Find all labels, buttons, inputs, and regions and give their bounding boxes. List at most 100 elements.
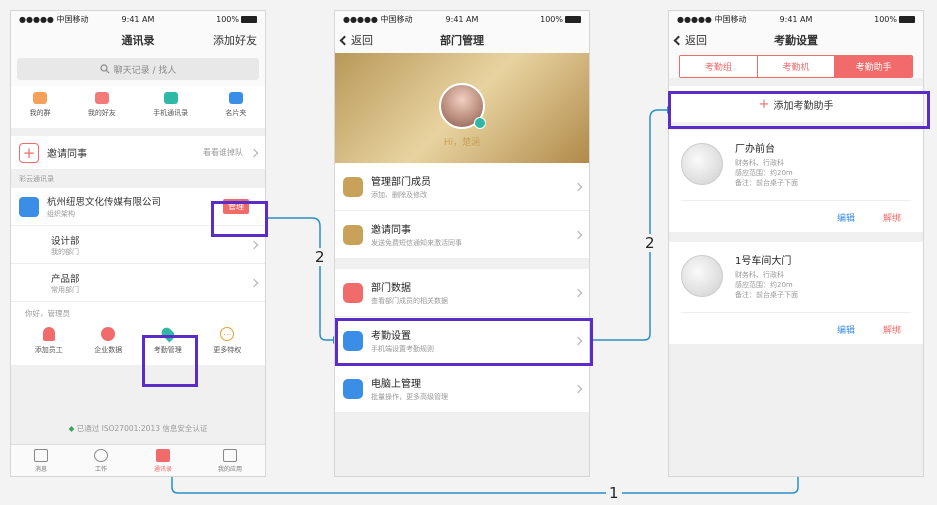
status-bar: ●●●●● 中国移动 9:41 AM 100% <box>335 11 589 27</box>
device-range: 感应范围：约20m <box>735 169 793 177</box>
phone-dept-management: ●●●●● 中国移动 9:41 AM 100% 返回 部门管理 Hi，楚涵 管理… <box>334 10 590 477</box>
person-add-icon <box>42 327 55 341</box>
status-bar: ●●●●● 中国移动 9:41 AM 100% <box>669 11 923 27</box>
edit-button[interactable]: 编辑 <box>837 323 855 336</box>
step-label-1: 1 <box>606 484 622 502</box>
grid-icon <box>222 448 237 462</box>
chevron-left-icon <box>339 35 350 45</box>
tab-work[interactable]: 工作 <box>93 448 108 473</box>
highlight-attendance-settings <box>335 318 593 366</box>
quick-card-holder[interactable]: 名片夹 <box>225 92 246 118</box>
quick-actions: 我的群 我的好友 手机通讯录 名片夹 <box>11 86 265 128</box>
quick-my-groups[interactable]: 我的群 <box>30 92 51 118</box>
admin-greeting: 你好，管理员 <box>25 309 70 318</box>
magic-wand-icon <box>343 224 363 245</box>
back-button[interactable]: 返回 <box>673 32 707 48</box>
device-note: 备注：前台桌子下面 <box>735 179 798 187</box>
chevron-right-icon <box>249 240 259 249</box>
invite-hint: 看看谁掉队 <box>203 148 243 157</box>
device-image <box>681 143 723 185</box>
clock-icon <box>93 448 108 462</box>
menu-invite-colleagues[interactable]: 邀请同事 发送免费短信通知来激活同事 <box>335 211 589 259</box>
edit-button[interactable]: 编辑 <box>837 211 855 224</box>
dept-sub: 我的部门 <box>51 247 79 256</box>
company-name: 杭州纽思文化传媒有限公司 <box>47 197 162 208</box>
chevron-right-icon <box>573 288 583 297</box>
device-image <box>681 255 723 297</box>
invite-row[interactable]: + 邀请同事 看看谁掉队 <box>11 136 265 170</box>
search-input[interactable]: 聊天记录 / 找人 <box>17 58 259 80</box>
quick-phone-contacts[interactable]: 手机通讯录 <box>153 92 188 118</box>
time-text: 9:41 AM <box>779 14 813 24</box>
org-icon <box>19 196 39 217</box>
device-depts: 财务科、行政科 <box>735 159 784 167</box>
chevron-right-icon <box>249 148 259 157</box>
add-friend-button[interactable]: 添加好友 <box>213 32 257 48</box>
monitor-icon <box>343 378 363 399</box>
friends-icon <box>94 92 109 104</box>
company-sub: 组织架构 <box>47 210 75 218</box>
tab-attendance-group[interactable]: 考勤组 <box>680 56 758 77</box>
tab-attendance-assistant[interactable]: 考勤助手 <box>835 56 912 77</box>
female-icon <box>474 116 486 129</box>
time-text: 9:41 AM <box>445 14 479 24</box>
dept-row[interactable]: 产品部 常用部门 <box>11 264 265 302</box>
tool-company-data[interactable]: 企业数据 <box>94 327 122 355</box>
chevron-right-icon <box>573 182 583 191</box>
plus-icon: + <box>19 142 39 163</box>
device-name: 厂办前台 <box>735 144 775 155</box>
profile-header: Hi，楚涵 <box>335 53 589 163</box>
contacts-book-icon <box>155 448 170 462</box>
menu-manage-members[interactable]: 管理部门成员 添加、删除及修改 <box>335 163 589 211</box>
page-title: 部门管理 <box>440 34 484 47</box>
shield-icon: ◆ <box>68 424 75 433</box>
quick-my-friends[interactable]: 我的好友 <box>88 92 116 118</box>
nav-bar: 返回 部门管理 <box>335 27 589 53</box>
cert-text: ◆ 已通过 ISO27001:2013 信息安全认证 <box>68 424 208 433</box>
menu-desktop-management[interactable]: 电脑上管理 批量操作，更多高级管理 <box>335 365 589 413</box>
tool-add-employee[interactable]: 添加员工 <box>35 327 63 355</box>
time-text: 9:41 AM <box>121 14 155 24</box>
dept-sub: 常用部门 <box>51 285 79 294</box>
highlight-add-assistant <box>668 91 930 129</box>
unbind-button[interactable]: 解绑 <box>883 211 901 224</box>
pie-chart-icon <box>101 327 116 341</box>
status-bar: ●●●●● 中国移动 9:41 AM 100% <box>11 11 265 27</box>
page-title: 通讯录 <box>121 34 155 47</box>
group-icon <box>33 92 48 104</box>
unbind-button[interactable]: 解绑 <box>883 323 901 336</box>
contacts-icon <box>163 92 178 104</box>
device-card: 厂办前台 财务科、行政科 感应范围：约20m 备注：前台桌子下面 编辑 解绑 <box>669 130 923 232</box>
section-label: 彩云通讯录 <box>19 175 54 183</box>
trend-chart-icon <box>343 282 363 303</box>
step-label-2b: 2 <box>642 234 658 252</box>
members-icon <box>343 176 363 197</box>
device-note: 备注：前台桌子下面 <box>735 291 798 299</box>
device-name: 1号车间大门 <box>735 256 792 267</box>
chevron-right-icon <box>573 384 583 393</box>
tool-more-privileges[interactable]: ⋯ 更多特权 <box>213 327 241 355</box>
tab-messages[interactable]: 消息 <box>33 448 48 473</box>
dept-name: 产品部 <box>51 273 80 285</box>
phone-contacts: ●●●●● 中国移动 9:41 AM 100% 通讯录 添加好友 聊天记录 / … <box>10 10 266 477</box>
nav-bar: 通讯录 添加好友 <box>11 27 265 53</box>
device-range: 感应范围：约20m <box>735 281 793 289</box>
greeting-text: Hi，楚涵 <box>443 137 481 148</box>
step-label-2a: 2 <box>312 248 328 266</box>
device-depts: 财务科、行政科 <box>735 271 784 279</box>
highlight-attendance-tool <box>142 335 198 387</box>
menu-dept-data[interactable]: 部门数据 查看部门成员的相关数据 <box>335 269 589 317</box>
tab-attendance-machine[interactable]: 考勤机 <box>757 56 836 77</box>
avatar[interactable] <box>439 82 486 129</box>
invite-label: 邀请同事 <box>47 149 87 160</box>
chat-icon <box>33 448 48 462</box>
more-icon: ⋯ <box>220 327 235 341</box>
search-placeholder: 聊天记录 / 找人 <box>113 65 177 76</box>
tab-my-apps[interactable]: 我的应用 <box>218 448 242 473</box>
back-button[interactable]: 返回 <box>339 32 373 48</box>
tab-contacts[interactable]: 通讯录 <box>154 448 172 473</box>
phone-attendance-settings: ●●●●● 中国移动 9:41 AM 100% 返回 考勤设置 考勤组 考勤机 … <box>668 10 924 477</box>
segment-control: 考勤组 考勤机 考勤助手 <box>679 55 913 78</box>
chevron-right-icon <box>249 278 259 287</box>
chevron-left-icon <box>673 35 684 45</box>
